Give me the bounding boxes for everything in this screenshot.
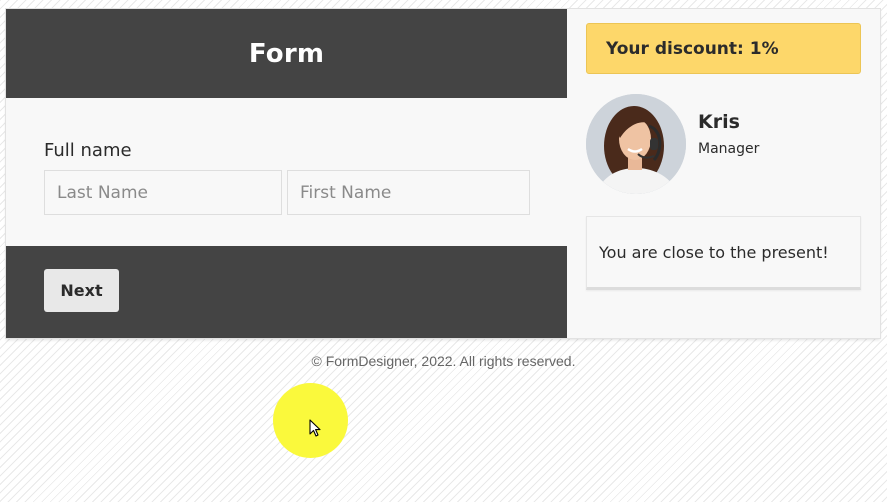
discount-badge: Your discount: 1%	[586, 23, 861, 74]
manager-role: Manager	[698, 141, 760, 157]
manager-name: Kris	[698, 111, 740, 133]
form-card: Form Full name Next Your discount: 1%	[6, 9, 880, 338]
form-header: Form	[6, 9, 567, 98]
last-name-input[interactable]	[44, 170, 282, 215]
manager-avatar	[586, 94, 686, 194]
next-button[interactable]: Next	[44, 269, 119, 312]
full-name-label: Full name	[44, 140, 132, 161]
side-panel: Your discount: 1% Kris Manager You are c…	[567, 9, 880, 338]
first-name-input[interactable]	[287, 170, 530, 215]
copyright-footer: © FormDesigner, 2022. All rights reserve…	[311, 353, 576, 369]
mouse-cursor-icon	[309, 419, 321, 437]
form-panel: Form Full name Next	[6, 9, 567, 338]
message-box: You are close to the present!	[586, 216, 861, 290]
form-title: Form	[248, 38, 325, 69]
form-footer: Next	[6, 246, 567, 338]
form-body: Full name	[6, 98, 567, 246]
